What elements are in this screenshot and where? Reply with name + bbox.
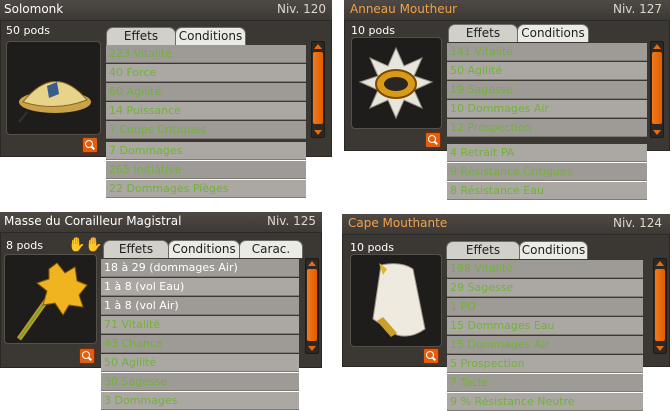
mace-icon: [16, 262, 88, 341]
tab-effets[interactable]: Effets: [106, 27, 176, 45]
item-weight: 10 pods: [351, 24, 395, 37]
item-level: Niv. 125: [266, 214, 316, 228]
two-hands-icon: ✋✋: [68, 237, 103, 253]
effect-row: 50 Agilité: [447, 62, 647, 80]
item-name: Solomonk: [4, 2, 64, 16]
scroll-thumb[interactable]: [313, 52, 323, 124]
title-bar: Solomonk Niv. 120: [0, 0, 332, 21]
item-level: Niv. 124: [612, 216, 662, 230]
scrollbar[interactable]: [305, 258, 319, 354]
straw-hat-icon: [18, 81, 91, 123]
effect-row: 223 Vitalité: [106, 45, 306, 63]
effect-row: 10 Dommages Air: [447, 100, 647, 118]
scrollbar[interactable]: [311, 41, 325, 138]
scrollbar[interactable]: [653, 258, 667, 354]
item-name: Anneau Moutheur: [350, 2, 458, 16]
effect-row: 18 à 29 (dommages Air): [101, 259, 299, 277]
scroll-down-icon[interactable]: [656, 346, 664, 351]
item-level: Niv. 120: [276, 2, 326, 16]
item-image: [6, 41, 101, 135]
effect-row: 265 Initiative: [106, 161, 306, 179]
effect-row: 5 Prospection: [447, 355, 643, 373]
effect-row: 40 Force: [106, 64, 306, 82]
tab-effets[interactable]: Effets: [448, 24, 518, 42]
effect-row: 8 Résistance Eau: [447, 182, 647, 200]
effect-row: 50 Agilité: [101, 354, 299, 372]
item-card-anneau-moutheur: Anneau Moutheur Niv. 127 10 pods Effets …: [344, 0, 672, 200]
effect-row: 1 à 8 (vol Air): [101, 297, 299, 315]
search-button[interactable]: [423, 348, 439, 364]
item-card-cape-mouthante: Cape Mouthante Niv. 124 10 pods Effets C…: [342, 214, 672, 411]
effect-row: 9 Résistance Critiques: [447, 163, 647, 181]
effect-row: 3 Dommages: [101, 392, 299, 410]
tab-conditions[interactable]: Conditions: [168, 240, 240, 258]
item-card-solomonk: Solomonk Niv. 120 50 pods Effets Conditi…: [0, 0, 332, 200]
search-button[interactable]: [79, 348, 95, 364]
effect-row: 12 Prospection: [447, 119, 647, 137]
scroll-up-icon[interactable]: [656, 261, 664, 266]
tab-conditions[interactable]: Conditions: [519, 241, 588, 259]
tab-effets[interactable]: Effets: [446, 241, 520, 259]
tab-carac[interactable]: Carac.: [239, 240, 303, 258]
title-bar: Cape Mouthante Niv. 124: [342, 214, 670, 235]
effect-row: 71 Vitalité: [101, 316, 299, 334]
effect-row: 7 Dommages: [106, 142, 306, 160]
scroll-thumb[interactable]: [307, 269, 317, 341]
item-image: [4, 254, 97, 344]
search-button[interactable]: [425, 132, 441, 148]
item-image: [351, 37, 442, 129]
effect-row: 9 % Résistance Neutre: [447, 393, 643, 411]
effect-row: 43 Chance: [101, 335, 299, 353]
effect-row: 60 Agilité: [106, 83, 306, 101]
effect-row: 15 Dommages Air: [447, 336, 643, 354]
search-button[interactable]: [82, 137, 98, 153]
item-weight: 8 pods: [6, 239, 43, 252]
effect-row: 4 Retrait PA: [447, 144, 647, 162]
tab-conditions[interactable]: Conditions: [517, 24, 589, 42]
item-name: Masse du Corailleur Magistral: [4, 214, 182, 228]
scroll-thumb[interactable]: [655, 269, 665, 341]
ring-icon: [358, 46, 434, 120]
item-weight: 10 pods: [350, 241, 394, 254]
cape-icon: [372, 263, 426, 337]
effect-row: 1 PO: [447, 298, 643, 316]
tab-effets[interactable]: Effets: [103, 240, 169, 258]
effect-row: 14 Puissance: [106, 102, 306, 120]
effect-row: 30 Sagesse: [101, 373, 299, 391]
scroll-up-icon[interactable]: [314, 44, 322, 49]
scroll-down-icon[interactable]: [314, 130, 322, 135]
effect-row: 29 Sagesse: [447, 279, 643, 297]
scroll-up-icon[interactable]: [308, 261, 316, 266]
scroll-down-icon[interactable]: [308, 346, 316, 351]
item-image: [350, 254, 442, 347]
scroll-thumb[interactable]: [652, 52, 662, 124]
effect-row: 7 Coups Critiques: [106, 121, 306, 139]
item-level: Niv. 127: [612, 2, 662, 16]
effect-row: 19 Sagesse: [447, 81, 647, 99]
item-name: Cape Mouthante: [348, 216, 448, 230]
scrollbar[interactable]: [650, 41, 664, 138]
item-weight: 50 pods: [6, 24, 50, 37]
scroll-down-icon[interactable]: [653, 130, 661, 135]
effect-row: 15 Dommages Eau: [447, 317, 643, 335]
tab-conditions[interactable]: Conditions: [175, 27, 246, 45]
item-card-masse-du-corailleur-magistral: Masse du Corailleur Magistral Niv. 125 8…: [0, 212, 332, 410]
effect-row: 1 à 8 (vol Eau): [101, 278, 299, 296]
title-bar: Masse du Corailleur Magistral Niv. 125: [0, 212, 322, 233]
effect-row: 198 Vitalité: [447, 260, 643, 278]
title-bar: Anneau Moutheur Niv. 127: [344, 0, 670, 21]
effect-row: 22 Dommages Pièges: [106, 180, 306, 198]
effect-row: 141 Vitalité: [447, 43, 647, 61]
scroll-up-icon[interactable]: [653, 44, 661, 49]
effect-row: 7 Tacle: [447, 374, 643, 392]
